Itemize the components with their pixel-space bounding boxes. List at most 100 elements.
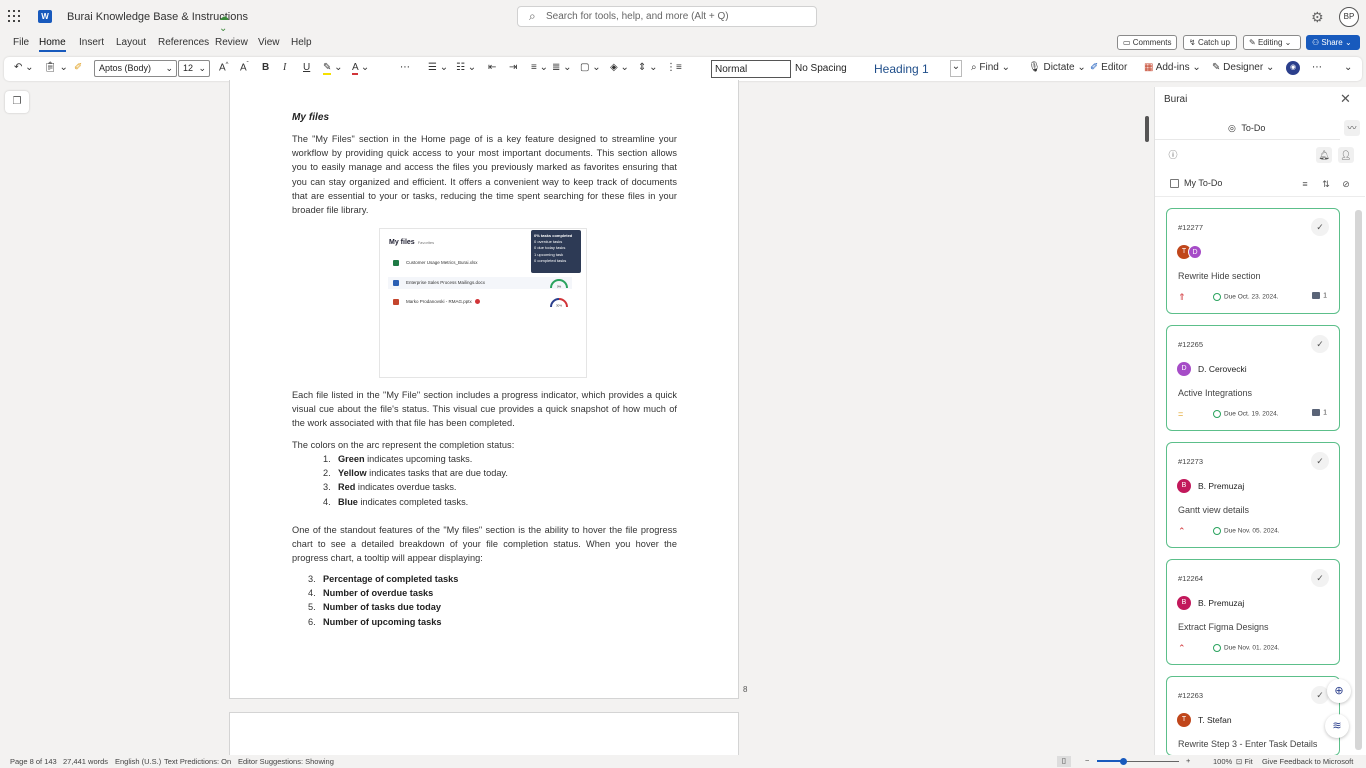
italic-icon[interactable]: I (283, 62, 286, 73)
tab-view[interactable]: View (258, 37, 280, 48)
list-item: 6. Number of upcoming tasks (308, 616, 442, 627)
close-panel-icon[interactable]: ✕ (1340, 91, 1351, 107)
collapse-ribbon-icon[interactable]: ⌄ (1344, 62, 1352, 73)
text-predictions[interactable]: Text Predictions: On (164, 757, 231, 766)
sort-icon[interactable]: ⇅ (1318, 176, 1334, 192)
task-card[interactable]: #12273 ✓ B B. Premuzaj Gantt view detail… (1166, 442, 1340, 548)
share-button[interactable]: ⚇ Share ⌄ (1306, 35, 1360, 50)
app-launcher-icon[interactable] (8, 10, 20, 22)
borders-icon[interactable]: ▢ ⌄ (580, 62, 601, 73)
search-box[interactable]: ⌕ Search for tools, help, and more (Alt … (517, 6, 817, 27)
tab-references[interactable]: References (158, 37, 209, 48)
editor-suggestions[interactable]: Editor Suggestions: Showing (238, 757, 334, 766)
color-list: 1. Green indicates upcoming tasks. 2. Yell… (323, 452, 508, 509)
tab-insert[interactable]: Insert (79, 37, 104, 48)
more-ribbon-icon[interactable]: ⋯ (1312, 62, 1322, 73)
numbering-icon[interactable]: ☷ ⌄ (456, 62, 476, 73)
align-icon[interactable]: ≡ ⌄ (531, 62, 548, 73)
complete-task-icon[interactable]: ✓ (1311, 452, 1329, 470)
paragraph-colors: The colors on the arc represent the comp… (292, 440, 515, 450)
tab-layout[interactable]: Layout (116, 37, 146, 48)
fit-button[interactable]: ⊡ Fit (1236, 757, 1253, 766)
editing-mode-button[interactable]: ✎ Editing ⌄ (1243, 35, 1301, 50)
word-logo-icon: W (38, 10, 52, 23)
excel-file-icon (393, 260, 399, 266)
increase-indent-icon[interactable]: ⇥ (509, 62, 517, 73)
shading-icon[interactable]: ◈ ⌄ (610, 62, 629, 73)
burai-addin-icon[interactable]: ◉ (1286, 61, 1300, 75)
complete-task-icon[interactable]: ✓ (1311, 335, 1329, 353)
assign-user-icon[interactable]: 👤︎ (1338, 147, 1354, 163)
feedback-link[interactable]: Give Feedback to Microsoft (1262, 757, 1353, 766)
due-date: Due Oct. 23. 2024. (1213, 293, 1279, 301)
task-card[interactable]: #12265 ✓ D D. Cerovecki Active Integrati… (1166, 325, 1340, 431)
language[interactable]: English (U.S.) (115, 757, 161, 766)
tab-review[interactable]: Review (215, 37, 248, 48)
page-count[interactable]: Page 8 of 143 (10, 757, 57, 766)
catch-up-button[interactable]: ↯ Catch up (1183, 35, 1237, 50)
settings-gear-icon[interactable]: ⚙ (1311, 9, 1324, 26)
tab-home[interactable]: Home (39, 37, 66, 52)
style-heading-1-label: Heading 1 (874, 62, 929, 76)
font-name-select[interactable]: Aptos (Body) ⌄ (94, 60, 177, 77)
document-scrollbar[interactable] (1145, 116, 1149, 142)
bold-icon[interactable]: B (262, 62, 269, 73)
panel-scrollbar[interactable] (1355, 210, 1362, 750)
zoom-out-icon[interactable]: − (1085, 756, 1089, 765)
tab-file[interactable]: File (13, 37, 29, 48)
styles-pane-icon[interactable]: ⋮≡ (666, 62, 682, 73)
add-ins-label: Add-ins (1155, 62, 1190, 73)
zoom-slider-knob[interactable] (1120, 758, 1127, 765)
font-color-icon[interactable]: A ⌄ (352, 62, 369, 75)
add-task-icon[interactable]: ⊕ (1327, 679, 1351, 703)
user-avatar[interactable]: BP (1339, 7, 1359, 27)
task-card[interactable]: #12264 ✓ B B. Premuzaj Extract Figma Des… (1166, 559, 1340, 665)
comments-button[interactable]: ▭ Comments (1117, 35, 1177, 50)
add-ins-button[interactable]: ▦ Add-ins ⌄ (1144, 62, 1201, 73)
bullets-icon[interactable]: ☰ ⌄ (428, 62, 448, 73)
paste-icon[interactable]: 📋︎ ⌄ (44, 62, 68, 73)
activity-icon[interactable]: 〰 (1344, 120, 1360, 136)
paragraph-spacing-icon[interactable]: ⇕ ⌄ (638, 62, 658, 73)
my-todo-checkbox[interactable] (1170, 179, 1179, 188)
line-spacing-icon[interactable]: ≣ ⌄ (552, 62, 572, 73)
print-layout-icon[interactable]: ▯ (1057, 756, 1071, 767)
dictate-button[interactable]: 🎙︎ Dictate ⌄ (1028, 62, 1086, 73)
shrink-font-icon[interactable]: Aˇ (240, 62, 249, 73)
style-heading-1[interactable]: Heading 1 (871, 60, 949, 78)
grow-font-icon[interactable]: A^ (219, 62, 229, 73)
style-normal[interactable]: Normal (711, 60, 791, 78)
designer-label: Designer (1223, 62, 1264, 73)
style-no-spacing[interactable]: No Spacing (792, 60, 870, 78)
styles-gallery-expand-icon[interactable]: ⌄ (950, 60, 962, 77)
embedded-my-files-image[interactable]: My files Favorites Customer Usage Metrics… (379, 228, 587, 378)
complete-task-icon[interactable]: ✓ (1311, 569, 1329, 587)
bell-icon[interactable]: 🔔︎ (1316, 147, 1332, 163)
undo-icon[interactable]: ↶ ⌄ (14, 62, 34, 73)
find-button[interactable]: ⌕ Find ⌄ (971, 62, 1010, 73)
filter-icon[interactable]: ≡ (1297, 176, 1313, 192)
highlight-icon[interactable]: ✎ ⌄ (323, 62, 343, 75)
word-count[interactable]: 27,441 words (63, 757, 108, 766)
decrease-indent-icon[interactable]: ⇤ (488, 62, 496, 73)
zoom-level[interactable]: 100% (1213, 757, 1232, 766)
zoom-in-icon[interactable]: + (1186, 756, 1190, 765)
burai-menu-icon[interactable]: ≋ (1325, 714, 1349, 738)
task-card[interactable]: #12263 ✓ T T. Stefan Rewrite Step 3 - En… (1166, 676, 1340, 756)
editor-button[interactable]: ✐ Editor (1090, 62, 1127, 73)
task-card[interactable]: #12277 ✓ T D Rewrite Hide section ⇑ Due … (1166, 208, 1340, 314)
tab-help[interactable]: Help (291, 37, 312, 48)
complete-task-icon[interactable]: ✓ (1311, 218, 1329, 236)
navigation-pane-icon[interactable]: ❐ (5, 91, 29, 113)
tab-to-do[interactable]: ◎ To-Do (1228, 123, 1265, 134)
underline-icon[interactable]: U (303, 62, 310, 73)
saved-status-icon[interactable]: ☁ ⌄ (219, 12, 231, 34)
avatar: D (1177, 362, 1191, 376)
document-page[interactable]: My files The "My Files" section in the H… (229, 80, 739, 699)
help-icon[interactable]: ⓘ (1165, 147, 1181, 163)
hide-icon[interactable]: ⊘ (1338, 176, 1354, 192)
more-options-icon[interactable]: ⋯ (400, 62, 410, 73)
font-size-select[interactable]: 12 ⌄ (178, 60, 210, 77)
designer-button[interactable]: ✎ Designer ⌄ (1212, 62, 1274, 73)
format-painter-icon[interactable]: ✐ (74, 62, 82, 73)
